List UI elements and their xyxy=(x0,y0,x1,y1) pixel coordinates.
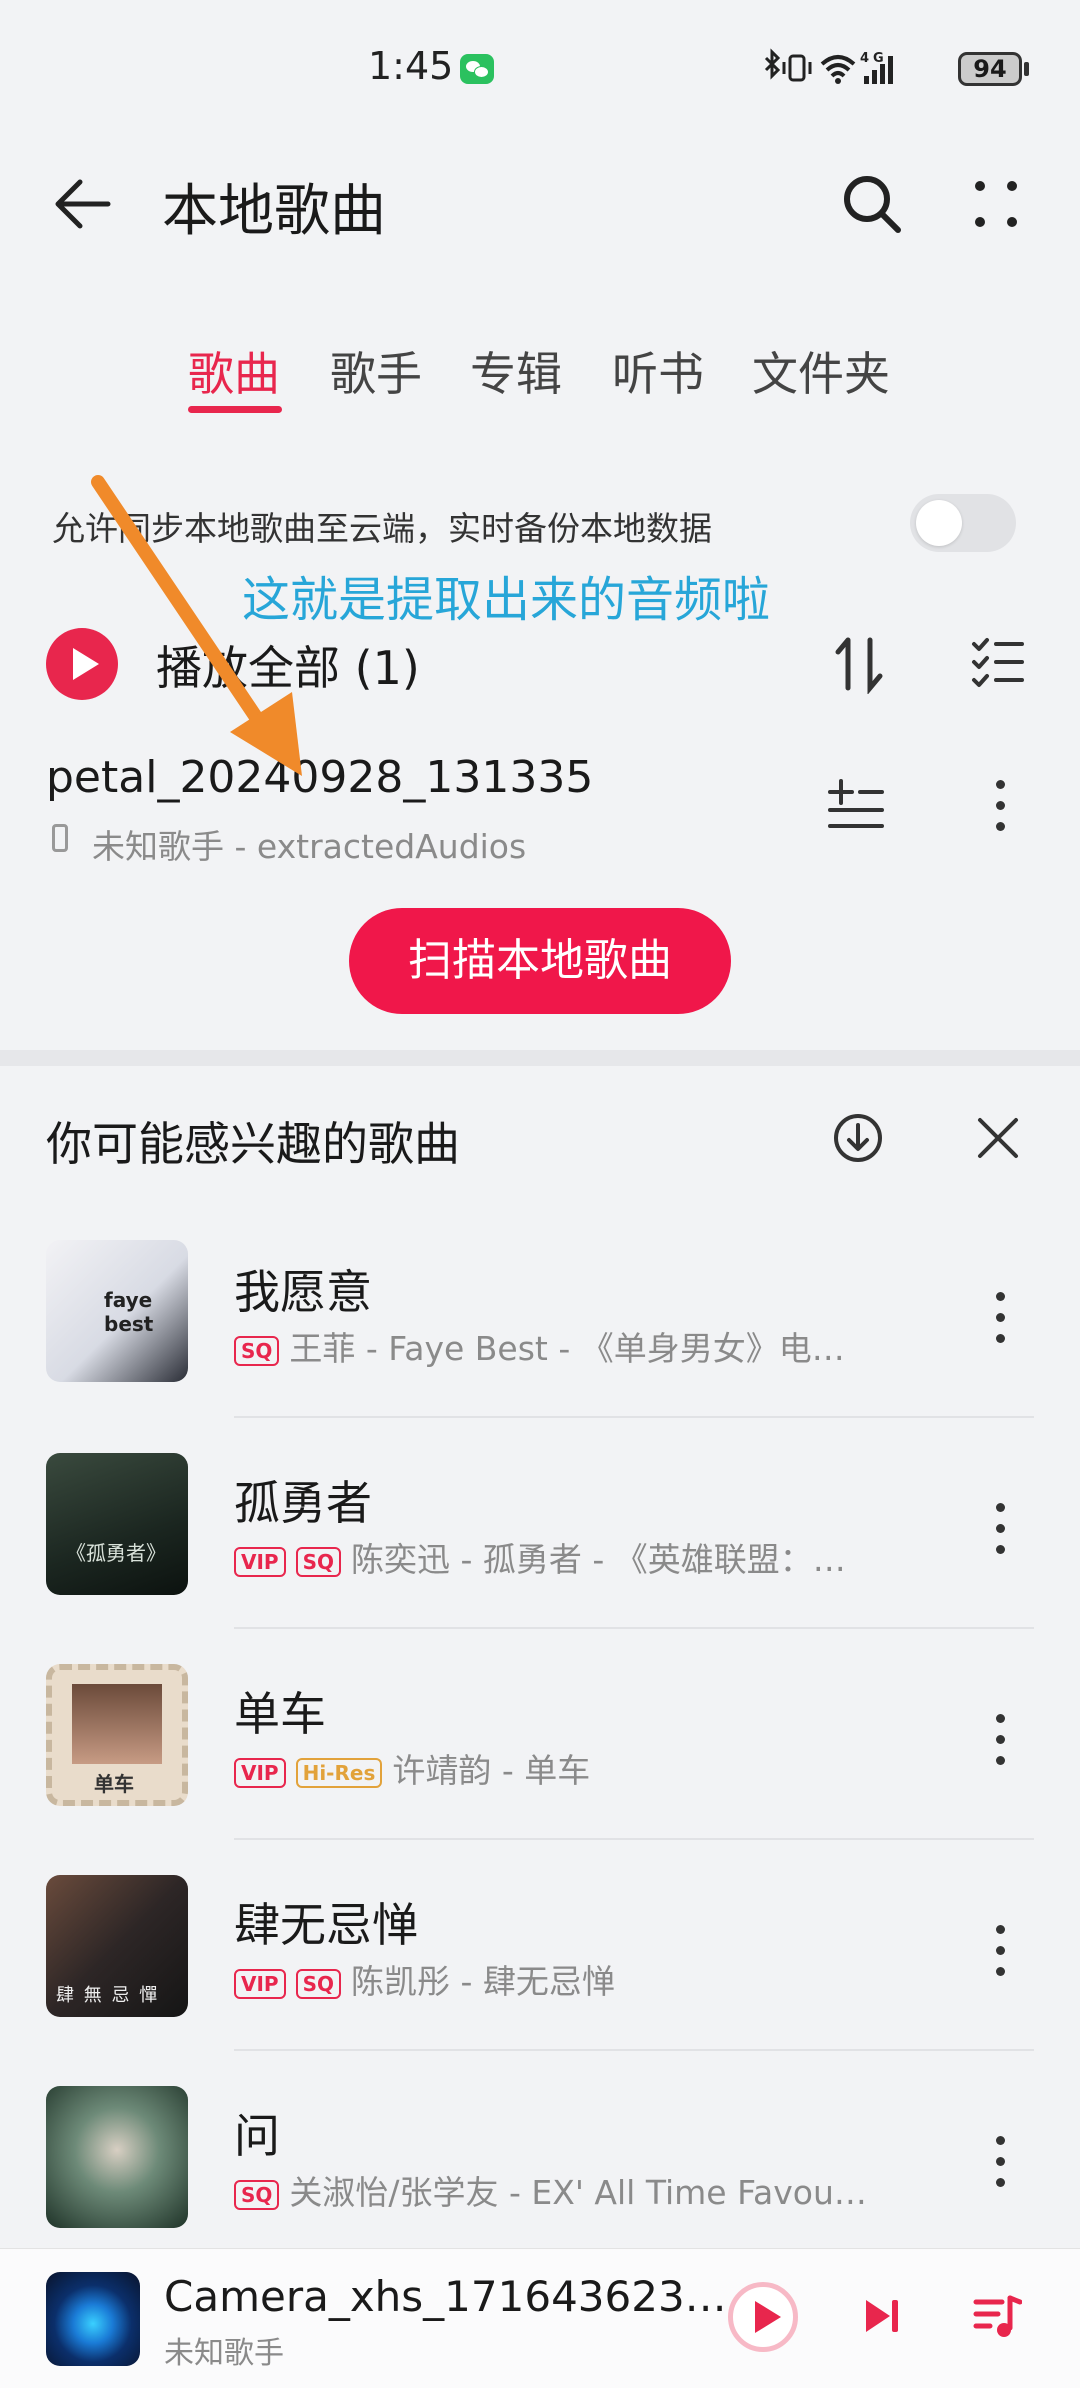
search-button[interactable] xyxy=(840,172,904,236)
song-name: 我愿意 xyxy=(234,1265,372,1319)
vip-badge: VIP xyxy=(234,1757,286,1788)
song-more-button[interactable] xyxy=(994,1503,1006,1559)
cover-photo xyxy=(72,1684,162,1764)
tab-indicator xyxy=(188,406,282,413)
play-button[interactable] xyxy=(728,2282,798,2352)
song-info-line: SQ 王菲 - Faye Best - 《单身男女》电… xyxy=(234,1322,845,1370)
mini-player-artist: 未知歌手 xyxy=(164,2336,284,2371)
section-divider xyxy=(0,1050,1080,1066)
song-info-line: VIP SQ 陈凯彤 - 肆无忌惮 xyxy=(234,1955,615,2003)
song-info: 许靖韵 - 单车 xyxy=(392,1751,591,1790)
vip-badge: VIP xyxy=(234,1968,286,1999)
status-time: 1:45 xyxy=(368,44,454,88)
song-more-button[interactable] xyxy=(994,1925,1006,1981)
song-more-button[interactable] xyxy=(994,1714,1006,1770)
song-info: 陈凯彤 - 肆无忌惮 xyxy=(350,1962,615,2001)
battery-indicator: 94 xyxy=(958,52,1022,86)
song-info: 王菲 - Faye Best - 《单身男女》电… xyxy=(289,1329,845,1368)
cover-text: faye best xyxy=(104,1288,154,1336)
song-name: 单车 xyxy=(234,1687,326,1741)
tab-songs[interactable]: 歌曲 xyxy=(188,338,280,404)
tab-audiobooks[interactable]: 听书 xyxy=(612,338,704,404)
multi-select-button[interactable] xyxy=(970,634,1026,690)
sync-toggle[interactable] xyxy=(910,494,1016,552)
back-button[interactable] xyxy=(50,172,114,236)
sq-badge: SQ xyxy=(234,1335,280,1366)
mini-player-title[interactable]: Camera_xhs_171643623… xyxy=(164,2272,727,2321)
sq-badge: SQ xyxy=(295,1968,341,1999)
orange-arrow-icon xyxy=(91,475,302,776)
song-cover: 肆 無 忌 憚 xyxy=(46,1875,188,2017)
song-more-button[interactable] xyxy=(994,1292,1006,1348)
list-item[interactable]: 肆 無 忌 憚 肆无忌惮 VIP SQ 陈凯彤 - 肆无忌惮 xyxy=(0,1869,1080,2079)
row-divider xyxy=(234,2049,1034,2051)
song-cover: faye best xyxy=(46,1240,188,1382)
playlist-button[interactable] xyxy=(972,2292,1023,2342)
row-divider xyxy=(234,1838,1034,1840)
download-all-button[interactable] xyxy=(832,1112,884,1164)
add-to-queue-icon xyxy=(828,779,884,828)
song-cover: 单车 xyxy=(46,1664,188,1806)
song-name: 问 xyxy=(234,2109,280,2163)
song-info: 陈奕迅 - 孤勇者 - 《英雄联盟：… xyxy=(350,1540,846,1579)
search-icon xyxy=(844,176,901,233)
scan-local-songs-button[interactable]: 扫描本地歌曲 xyxy=(349,908,731,1014)
cover-text: 单车 xyxy=(94,1772,134,1796)
mini-player-cover[interactable] xyxy=(46,2272,140,2366)
sort-icon xyxy=(835,637,883,695)
phone-icon xyxy=(52,824,68,852)
next-track-button[interactable] xyxy=(862,2296,902,2336)
tab-folders[interactable]: 文件夹 xyxy=(752,338,890,404)
four-dots-icon xyxy=(975,181,1017,227)
more-options-button[interactable] xyxy=(968,176,1024,232)
sq-badge: SQ xyxy=(295,1546,341,1577)
close-recommend-button[interactable] xyxy=(972,1112,1024,1164)
playlist-icon xyxy=(973,2295,1023,2337)
local-song-more-button[interactable] xyxy=(994,780,1006,836)
song-more-button[interactable] xyxy=(994,2136,1006,2192)
cover-text: 《孤勇者》 xyxy=(66,1541,166,1565)
page-title: 本地歌曲 xyxy=(162,179,386,244)
list-item[interactable]: faye best 我愿意 SQ 王菲 - Faye Best - 《单身男女》电… xyxy=(0,1236,1080,1446)
signal-icons: 4G xyxy=(760,48,945,96)
bluetooth-wifi-signal-icon: 4G xyxy=(764,48,893,84)
song-info-line: SQ 关淑怡/张学友 - EX' All Time Favou… xyxy=(234,2166,867,2214)
row-divider xyxy=(234,1627,1034,1629)
skip-next-icon xyxy=(866,2300,898,2332)
back-arrow-icon xyxy=(55,179,111,229)
list-item[interactable]: 《孤勇者》 孤勇者 VIP SQ 陈奕迅 - 孤勇者 - 《英雄联盟：… xyxy=(0,1447,1080,1657)
sq-badge: SQ xyxy=(234,2179,280,2210)
recommend-title: 你可能感兴趣的歌曲 xyxy=(46,1117,460,1171)
wechat-icon xyxy=(460,54,494,84)
local-song-subtitle: 未知歌手 - extractedAudios xyxy=(92,827,527,866)
svg-text:4G: 4G xyxy=(860,51,888,66)
add-to-queue-button[interactable] xyxy=(826,776,886,832)
song-info-line: VIP SQ 陈奕迅 - 孤勇者 - 《英雄联盟：… xyxy=(234,1533,846,1581)
song-cover xyxy=(46,2086,188,2228)
song-cover: 《孤勇者》 xyxy=(46,1453,188,1595)
list-item[interactable]: 单车 单车 VIP Hi-Res 许靖韵 - 单车 xyxy=(0,1658,1080,1868)
song-name: 肆无忌惮 xyxy=(234,1898,418,1952)
tab-albums[interactable]: 专辑 xyxy=(470,338,562,404)
song-info-line: VIP Hi-Res 许靖韵 - 单车 xyxy=(234,1744,590,1792)
toggle-knob xyxy=(916,500,962,546)
tab-artists[interactable]: 歌手 xyxy=(330,338,422,404)
close-icon xyxy=(978,1118,1018,1158)
song-info: 关淑怡/张学友 - EX' All Time Favou… xyxy=(289,2173,867,2212)
sort-button[interactable] xyxy=(832,634,886,695)
checklist-icon xyxy=(972,638,1024,687)
battery-cap xyxy=(1024,62,1029,76)
song-name: 孤勇者 xyxy=(234,1476,372,1530)
hires-badge: Hi-Res xyxy=(295,1757,383,1788)
cover-text: 肆 無 忌 憚 xyxy=(56,1985,160,2006)
row-divider xyxy=(234,1416,1034,1418)
vip-badge: VIP xyxy=(234,1546,286,1577)
download-icon xyxy=(834,1114,882,1162)
